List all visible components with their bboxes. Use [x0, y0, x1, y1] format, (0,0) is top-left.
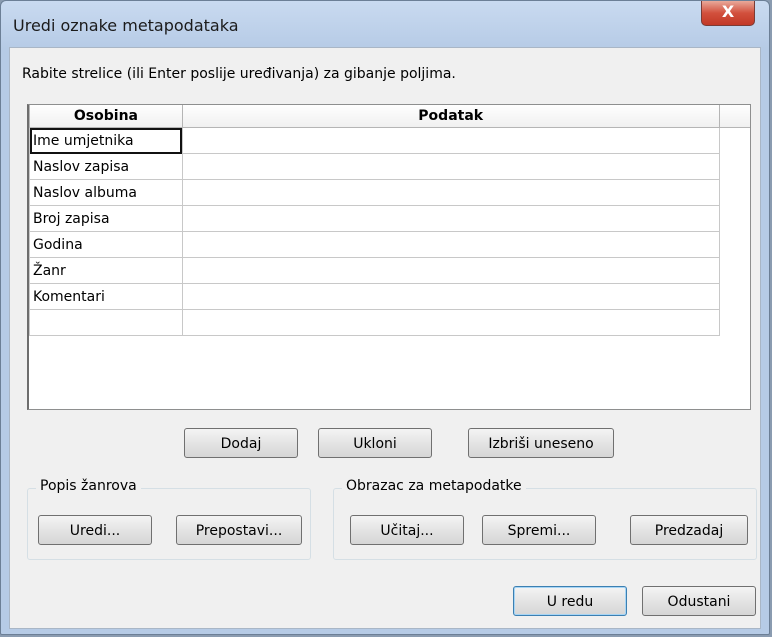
grid-header-row: Osobina Podatak — [29, 105, 750, 128]
metadata-template-group: Obrazac za metapodatke Učitaj... Spremi.… — [333, 478, 757, 560]
column-header-value[interactable]: Podatak — [181, 105, 720, 128]
close-button[interactable]: X — [701, 1, 755, 26]
property-cell[interactable]: Žanr — [29, 257, 183, 284]
property-cell[interactable]: Broj zapisa — [29, 205, 183, 232]
value-cell[interactable] — [181, 153, 720, 180]
reset-genres-button[interactable]: Prepostavi... — [176, 515, 302, 545]
filler-cell — [719, 180, 750, 206]
table-row: Godina — [29, 231, 751, 258]
property-cell[interactable] — [29, 309, 183, 336]
table-row: Naslov albuma — [29, 179, 751, 206]
filler-cell — [719, 206, 750, 232]
property-cell[interactable]: Komentari — [29, 283, 183, 310]
metadata-template-label: Obrazac za metapodatke — [342, 478, 526, 494]
property-cell[interactable]: Naslov zapisa — [29, 153, 183, 180]
remove-button[interactable]: Ukloni — [318, 428, 432, 458]
value-cell[interactable] — [181, 309, 720, 336]
filler-cell — [719, 310, 750, 336]
filler-cell — [719, 284, 750, 310]
table-row: Ime umjetnika — [29, 127, 751, 154]
value-cell[interactable] — [181, 127, 720, 154]
instruction-text: Rabite strelice (ili Enter poslije uređi… — [22, 66, 456, 82]
dialog-client-area: Rabite strelice (ili Enter poslije uređi… — [9, 47, 761, 629]
table-row: Broj zapisa — [29, 205, 751, 232]
property-cell[interactable]: Naslov albuma — [29, 179, 183, 206]
metadata-grid[interactable]: Osobina Podatak Ime umjetnika Naslov zap… — [27, 104, 751, 410]
close-icon: X — [721, 2, 735, 21]
ok-button[interactable]: U redu — [513, 586, 627, 616]
load-template-button[interactable]: Učitaj... — [350, 515, 464, 545]
value-cell[interactable] — [181, 257, 720, 284]
cancel-button[interactable]: Odustani — [642, 586, 756, 616]
property-cell[interactable]: Godina — [29, 231, 183, 258]
edit-genres-button[interactable]: Uredi... — [38, 515, 152, 545]
value-cell[interactable] — [181, 179, 720, 206]
value-cell[interactable] — [181, 231, 720, 258]
table-row: Žanr — [29, 257, 751, 284]
table-row — [29, 309, 751, 336]
table-row: Komentari — [29, 283, 751, 310]
clear-entries-button[interactable]: Izbriši uneseno — [468, 428, 614, 458]
filler-cell — [719, 232, 750, 258]
save-template-button[interactable]: Spremi... — [482, 515, 596, 545]
column-header-property[interactable]: Osobina — [29, 105, 183, 128]
table-row: Naslov zapisa — [29, 153, 751, 180]
value-cell[interactable] — [181, 283, 720, 310]
property-cell[interactable]: Ime umjetnika — [29, 127, 183, 154]
add-button[interactable]: Dodaj — [184, 428, 298, 458]
filler-cell — [719, 154, 750, 180]
filler-cell — [719, 128, 750, 154]
metadata-table: Osobina Podatak Ime umjetnika Naslov zap… — [29, 105, 750, 336]
set-default-button[interactable]: Predzadaj — [630, 515, 748, 545]
dialog-window: Uredi oznake metapodataka X Rabite strel… — [0, 0, 770, 635]
genre-list-label: Popis žanrova — [36, 478, 141, 494]
window-title: Uredi oznake metapodataka — [13, 16, 239, 35]
genre-list-group: Popis žanrova Uredi... Prepostavi... — [27, 478, 311, 560]
title-bar[interactable]: Uredi oznake metapodataka X — [1, 1, 769, 47]
filler-cell — [719, 258, 750, 284]
value-cell[interactable] — [181, 205, 720, 232]
column-header-filler — [718, 105, 750, 128]
